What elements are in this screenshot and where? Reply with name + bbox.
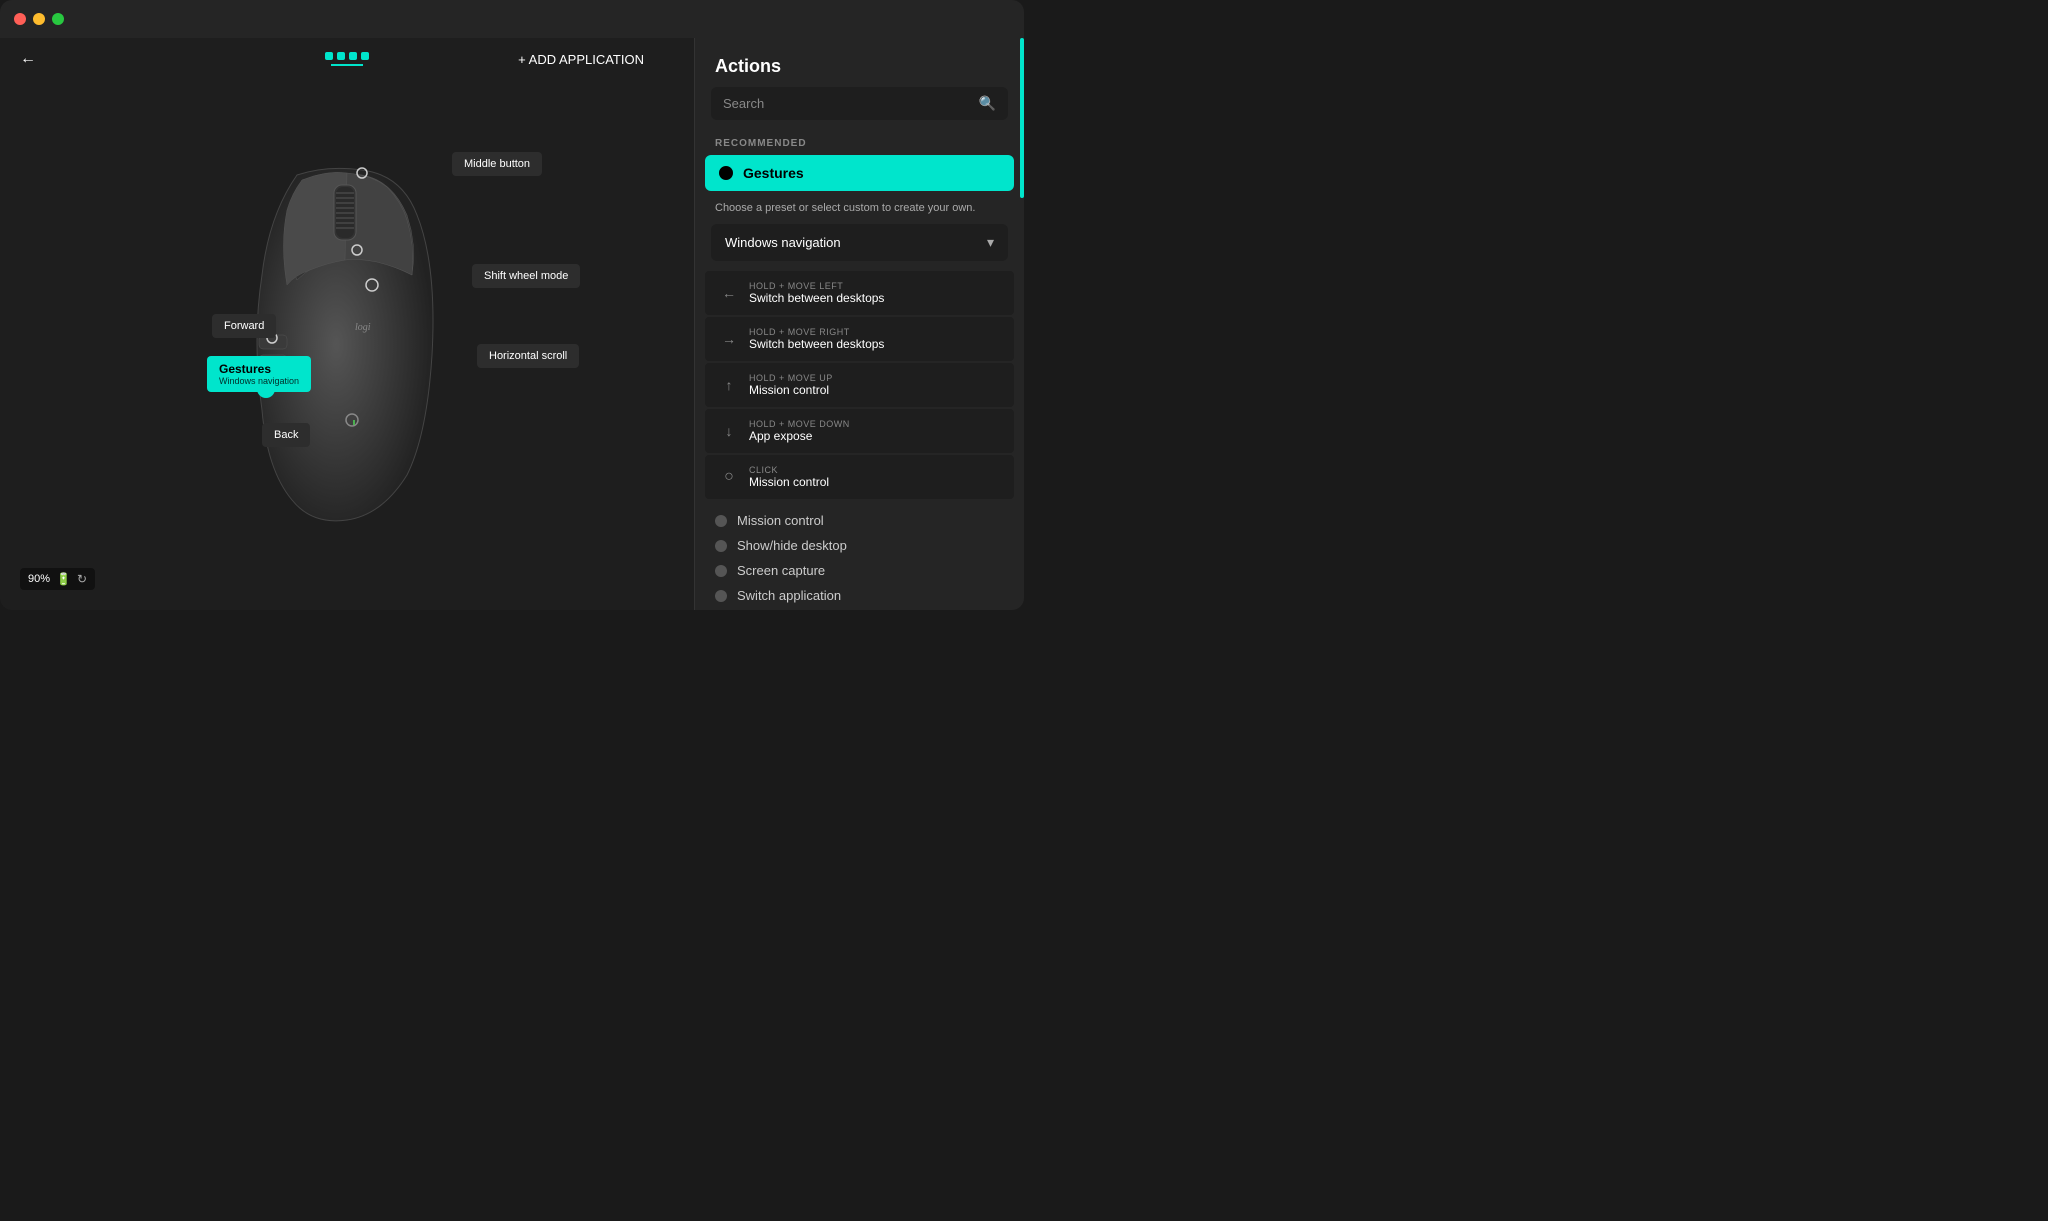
- preset-value: Windows navigation: [725, 235, 841, 250]
- apps-icon-area[interactable]: [325, 52, 369, 66]
- shift-wheel-label-group: Shift wheel mode: [472, 275, 492, 276]
- gesture-item-right[interactable]: → HOLD + MOVE RIGHT Switch between deskt…: [705, 317, 1014, 361]
- gesture-action-down: App expose: [749, 429, 850, 443]
- gesture-cmd-up: HOLD + MOVE UP: [749, 373, 833, 383]
- gestures-label-group: Gestures Windows navigation: [207, 373, 232, 374]
- arrow-right-icon: →: [719, 329, 739, 349]
- traffic-lights: [14, 13, 64, 25]
- battery-percent: 90%: [28, 573, 50, 585]
- gestures-active-item[interactable]: Gestures: [705, 155, 1014, 191]
- scrollbar-thumb[interactable]: [1020, 38, 1024, 198]
- mouse-area: logi: [0, 80, 694, 610]
- gesture-cmd-right: HOLD + MOVE RIGHT: [749, 327, 884, 337]
- scrollbar-track: [1020, 38, 1024, 610]
- horizontal-scroll-label-group: Horizontal scroll: [477, 355, 497, 356]
- other-actions: Mission control Show/hide desktop Screen…: [695, 499, 1024, 603]
- arrow-down-icon: ↓: [719, 421, 739, 441]
- action-switch-application[interactable]: Switch application: [715, 588, 1004, 603]
- maximize-button[interactable]: [52, 13, 64, 25]
- gesture-item-up[interactable]: ↑ HOLD + MOVE UP Mission control: [705, 363, 1014, 407]
- forward-label[interactable]: Forward: [212, 314, 276, 338]
- click-icon: ○: [719, 467, 739, 487]
- gestures-active-dot: [719, 166, 733, 180]
- back-button[interactable]: ←: [20, 50, 36, 68]
- mouse-container: logi: [207, 155, 487, 535]
- gestures-label: Gestures: [743, 165, 804, 181]
- action-dot-4: [715, 590, 727, 602]
- gesture-item-down[interactable]: ↓ HOLD + MOVE DOWN App expose: [705, 409, 1014, 453]
- action-dot-3: [715, 565, 727, 577]
- gesture-item-click[interactable]: ○ CLICK Mission control: [705, 455, 1014, 499]
- gesture-list: ← HOLD + MOVE LEFT Switch between deskto…: [705, 271, 1014, 499]
- action-mission-control[interactable]: Mission control: [715, 513, 1004, 528]
- svg-text:logi: logi: [355, 322, 371, 333]
- gestures-active-label[interactable]: Gestures Windows navigation: [207, 356, 311, 392]
- title-bar: [0, 0, 1024, 38]
- middle-button-label[interactable]: Middle button: [452, 152, 542, 176]
- chevron-down-icon: ▾: [987, 234, 994, 251]
- action-screen-capture[interactable]: Screen capture: [715, 563, 1004, 578]
- horizontal-scroll-label[interactable]: Horizontal scroll: [477, 344, 579, 368]
- search-icon[interactable]: 🔍: [979, 95, 996, 112]
- gesture-item-left[interactable]: ← HOLD + MOVE LEFT Switch between deskto…: [705, 271, 1014, 315]
- gesture-action-left: Switch between desktops: [749, 291, 884, 305]
- shift-wheel-label[interactable]: Shift wheel mode: [472, 264, 580, 288]
- top-bar: ← + ADD APPLICATION: [0, 38, 694, 80]
- back-label[interactable]: Back: [262, 423, 310, 447]
- actions-panel: Actions 🔍 RECOMMENDED Gestures Choose a …: [694, 38, 1024, 610]
- main-area: ← + ADD APPLICATION: [0, 38, 694, 610]
- search-input[interactable]: [723, 96, 971, 111]
- battery-icon: 🔋: [56, 572, 71, 586]
- action-show-hide-desktop[interactable]: Show/hide desktop: [715, 538, 1004, 553]
- arrow-left-icon: ←: [719, 283, 739, 303]
- gesture-action-right: Switch between desktops: [749, 337, 884, 351]
- battery-info: 90% 🔋 ↻: [20, 568, 95, 590]
- action-dot-1: [715, 515, 727, 527]
- apps-underline: [331, 64, 363, 66]
- panel-title: Actions: [695, 38, 1024, 87]
- add-application-button[interactable]: + ADD APPLICATION: [518, 52, 644, 67]
- apps-icon: [325, 52, 369, 60]
- preset-description: Choose a preset or select custom to crea…: [695, 191, 1024, 224]
- close-button[interactable]: [14, 13, 26, 25]
- sync-icon: ↻: [77, 572, 87, 586]
- content-area: ← + ADD APPLICATION: [0, 38, 1024, 610]
- arrow-up-icon: ↑: [719, 375, 739, 395]
- recommended-section-label: RECOMMENDED: [695, 130, 1024, 155]
- gesture-action-click: Mission control: [749, 475, 829, 489]
- forward-label-group: Forward: [212, 325, 237, 326]
- gesture-cmd-click: CLICK: [749, 465, 829, 475]
- gesture-cmd-left: HOLD + MOVE LEFT: [749, 281, 884, 291]
- minimize-button[interactable]: [33, 13, 45, 25]
- search-box[interactable]: 🔍: [711, 87, 1008, 120]
- gesture-action-up: Mission control: [749, 383, 833, 397]
- middle-button-label-group: Middle button: [452, 163, 482, 164]
- action-dot-2: [715, 540, 727, 552]
- main-window: ← + ADD APPLICATION: [0, 0, 1024, 610]
- preset-dropdown[interactable]: Windows navigation ▾: [711, 224, 1008, 261]
- mouse-svg: logi: [207, 155, 487, 535]
- gesture-cmd-down: HOLD + MOVE DOWN: [749, 419, 850, 429]
